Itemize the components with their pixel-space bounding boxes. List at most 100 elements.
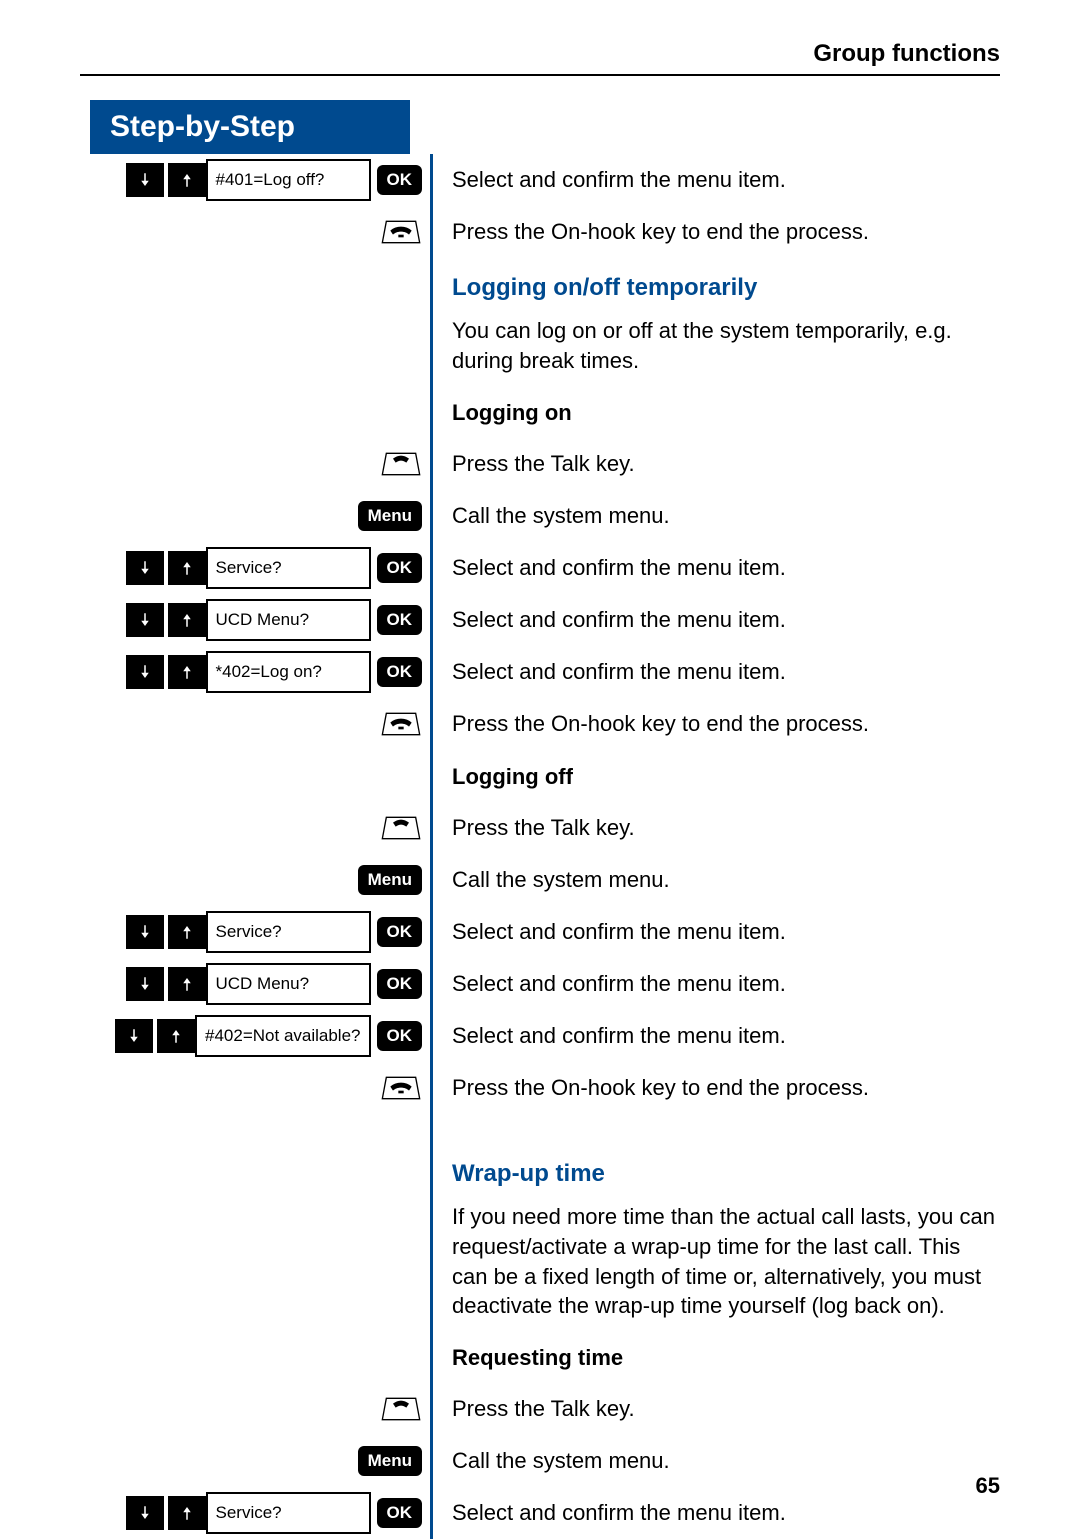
row-right: Requesting time [430,1337,1000,1377]
arrow-up-icon [168,967,206,1001]
row-left: Menu [80,865,430,895]
row-text: Wrap-up time [452,1160,605,1187]
nav-block: UCD Menu? [126,599,371,641]
page: Group functions Step-by-Step #401=Log of… [0,0,1080,1529]
row: Service?OKSelect and confirm the menu it… [80,542,1000,594]
ok-badge: OK [377,969,423,999]
row-right: Logging on/off temporarily [430,258,1000,312]
row: Menu Call the system menu. [80,854,1000,906]
row-right: Press the Talk key. [430,813,1000,843]
row-right: Press the On-hook key to end the process… [430,217,1000,247]
row-text: You can log on or off at the system temp… [452,318,952,373]
row-right: Select and confirm the menu item. [430,1021,1000,1051]
row-left: Service?OK [80,911,430,953]
menu-badge: Menu [358,1446,422,1476]
row-text: Press the On-hook key to end the process… [452,711,869,736]
row-left [80,1071,430,1105]
row-right: Select and confirm the menu item. [430,1498,1000,1528]
row-left: Service?OK [80,1492,430,1534]
row-left [80,707,430,741]
talk-key-icon [380,1392,422,1426]
talk-key-icon [380,811,422,845]
row-left: UCD Menu?OK [80,963,430,1005]
row-left: UCD Menu?OK [80,599,430,641]
onhook-key-icon [380,215,422,249]
row: Press the On-hook key to end the process… [80,1062,1000,1114]
row-text: Select and confirm the menu item. [452,971,786,996]
row: #402=Not available?OKSelect and confirm … [80,1010,1000,1062]
ok-badge: OK [377,917,423,947]
header-title: Group functions [813,40,1000,68]
row: Press the Talk key. [80,1383,1000,1435]
row: Menu Call the system menu. [80,1435,1000,1487]
row-left [80,447,430,481]
row-right: Logging off [430,756,1000,796]
arrow-up-icon [168,915,206,949]
row-left [80,215,430,249]
arrow-up-icon [168,551,206,585]
row-text: Logging on [452,400,572,425]
row-left: *402=Log on?OK [80,651,430,693]
row-right: Press the Talk key. [430,449,1000,479]
row-text: Select and confirm the menu item. [452,1023,786,1048]
arrow-down-icon [126,551,164,585]
arrow-down-icon [115,1019,153,1053]
arrow-down-icon [126,603,164,637]
row-right: Select and confirm the menu item. [430,917,1000,947]
nav-block: Service? [126,547,371,589]
row-left [80,811,430,845]
row-right: Logging on [430,392,1000,432]
ok-badge: OK [377,1498,423,1528]
display-text: *402=Log on? [206,651,371,693]
row-text: Select and confirm the menu item. [452,167,786,192]
row-text: Call the system menu. [452,503,670,528]
display-text: Service? [206,547,371,589]
row-right: Call the system menu. [430,501,1000,531]
arrow-down-icon [126,163,164,197]
onhook-key-icon [380,707,422,741]
row: Logging on [80,386,1000,438]
row: Service?OK Select and confirm the menu it… [80,906,1000,958]
row: Press the Talk key. [80,802,1000,854]
row-left: Menu [80,1446,430,1476]
row-right: Call the system menu. [430,865,1000,895]
row-left: #401=Log off?OK [80,159,430,201]
row: Logging on/off temporarily [80,258,1000,312]
arrow-down-icon [126,655,164,689]
arrow-up-icon [157,1019,195,1053]
row-right: You can log on or off at the system temp… [430,312,1000,385]
nav-block: Service? [126,1492,371,1534]
row-right: Press the Talk key. [430,1394,1000,1424]
menu-badge: Menu [358,501,422,531]
row-text: Select and confirm the menu item. [452,919,786,944]
row: *402=Log on?OKSelect and confirm the men… [80,646,1000,698]
row: Wrap-up time [80,1144,1000,1198]
row-text: Press the Talk key. [452,1396,635,1421]
menu-badge: Menu [358,865,422,895]
row: Press the On-hook key to end the process… [80,206,1000,258]
talk-key-icon [380,447,422,481]
row: Press the Talk key. [80,438,1000,490]
row-text: Press the On-hook key to end the process… [452,1075,869,1100]
row-text: Select and confirm the menu item. [452,607,786,632]
content-rows: #401=Log off?OKSelect and confirm the me… [80,154,1000,1539]
nav-block: UCD Menu? [126,963,371,1005]
row-text: Logging off [452,764,573,789]
row: Service?OKSelect and confirm the menu it… [80,1487,1000,1539]
display-text: UCD Menu? [206,599,371,641]
spacer [80,1114,1000,1144]
page-number: 65 [976,1473,1000,1499]
page-header: Group functions [80,40,1000,76]
row-text: Requesting time [452,1345,623,1370]
row-text: Logging on/off temporarily [452,274,757,301]
row-text: Press the Talk key. [452,451,635,476]
nav-block: #402=Not available? [115,1015,370,1057]
onhook-key-icon [380,1071,422,1105]
row: Press the On-hook key to end the process… [80,698,1000,750]
row-right: Call the system menu. [430,1446,1000,1476]
ok-badge: OK [377,657,423,687]
arrow-up-icon [168,1496,206,1530]
row-right: Press the On-hook key to end the process… [430,709,1000,739]
display-text: #401=Log off? [206,159,371,201]
arrow-down-icon [126,1496,164,1530]
